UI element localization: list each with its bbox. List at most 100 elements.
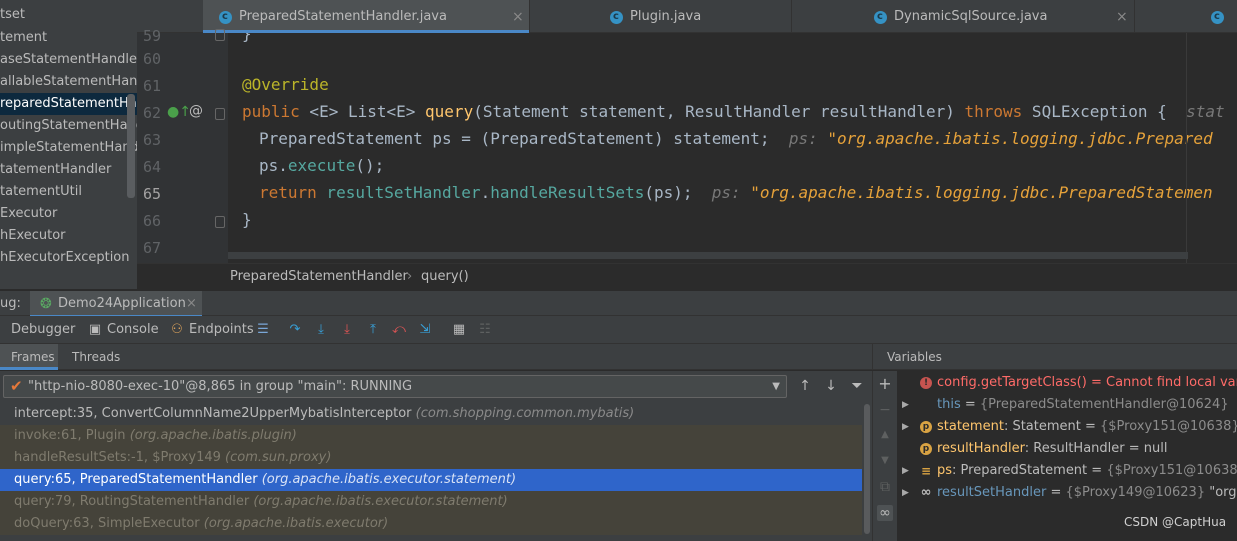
breadcrumb-separator: › (407, 269, 413, 284)
tree-item[interactable]: reparedStatementHand (0, 93, 137, 115)
param-icon: p (920, 421, 932, 433)
horizontal-scrollbar[interactable] (228, 252, 1188, 259)
error-icon: ! (920, 377, 932, 389)
frame-row[interactable]: intercept:35, ConvertColumnName2UpperMyb… (0, 403, 862, 425)
line-number: 67 (142, 239, 161, 257)
line-number: 59 (142, 27, 161, 45)
tab-frames[interactable]: Frames (0, 344, 58, 370)
filter-icon[interactable]: ⏷ (847, 376, 867, 396)
code-line-66: } (242, 210, 252, 229)
expand-arrow-icon[interactable]: ▶ (902, 460, 909, 482)
tree-item[interactable]: tatementUtil (0, 181, 82, 203)
expand-arrow-icon[interactable]: ▶ (902, 394, 909, 416)
breadcrumb-method[interactable]: query() (421, 264, 469, 290)
editor-tab-bar: PreparedStatementHandler.java × Plugin.j… (137, 0, 1237, 34)
code-line-61: @Override (242, 75, 329, 94)
frame-row[interactable]: handleResultSets:-1, $Proxy149 (com.sun.… (0, 447, 862, 469)
check-icon: ✔ (10, 377, 23, 395)
spring-app-icon: ❂ (40, 296, 52, 312)
drop-frame-icon[interactable]: ⤺ (391, 322, 407, 338)
frame-row[interactable]: doQuery:63, SimpleExecutor (org.apache.i… (0, 513, 862, 535)
frames-list: intercept:35, ConvertColumnName2UpperMyb… (0, 402, 862, 541)
debug-title-bar: ug: ❂ Demo24Application × (0, 290, 1237, 318)
tab-plugin[interactable]: Plugin.java (530, 0, 792, 34)
variables-title: Variables (887, 350, 942, 364)
fold-marker-icon[interactable] (215, 108, 225, 120)
close-icon[interactable]: × (512, 0, 524, 34)
breadcrumb: PreparedStatementHandler › query() (137, 263, 1237, 289)
move-up-icon[interactable]: ▲ (877, 427, 893, 443)
debug-title-prefix: ug: (0, 296, 21, 311)
tree-item[interactable]: outingStatementHand (0, 115, 137, 137)
right-margin-guide (1186, 33, 1187, 263)
step-over-icon[interactable]: ↷ (287, 322, 303, 338)
code-line-62: public <E> List<E> query(Statement state… (242, 102, 1225, 121)
breadcrumb-class[interactable]: PreparedStatementHandler (230, 264, 408, 290)
code-line-64: ps.execute(); (259, 156, 385, 175)
tree-item[interactable]: impleStatementHandler (0, 137, 137, 159)
line-number: 63 (142, 131, 161, 149)
trace-icon[interactable]: ☷ (477, 322, 493, 338)
move-down-icon[interactable]: ▼ (877, 453, 893, 469)
line-number-current: 65 (142, 185, 161, 203)
fold-marker-icon[interactable] (215, 29, 225, 41)
evaluate-expression-icon[interactable]: ▦ (451, 322, 467, 338)
tree-item[interactable]: hExecutor (0, 225, 66, 247)
thread-selector-value: "http-nio-8080-exec-10"@8,865 in group "… (28, 379, 413, 394)
tree-item[interactable]: tement (0, 27, 47, 49)
tree-item[interactable]: Executor (0, 203, 57, 225)
tab-prepared-statement-handler[interactable]: PreparedStatementHandler.java × (203, 0, 530, 34)
tab-dynamic-sql-source[interactable]: DynamicSqlSource.java × (792, 0, 1135, 34)
watches-toggle-icon[interactable]: ∞ (877, 505, 893, 521)
thread-selector-row: ✔ "http-nio-8080-exec-10"@8,865 in group… (0, 371, 872, 402)
add-watch-icon[interactable]: + (877, 376, 893, 392)
close-icon[interactable]: × (186, 291, 197, 317)
tab-overflow[interactable] (1135, 0, 1237, 34)
tab-endpoints[interactable]: Endpoints (189, 316, 254, 344)
copy-icon[interactable]: ⧉ (877, 479, 893, 495)
menu-lines-icon[interactable]: ☰ (255, 322, 271, 338)
frame-row[interactable]: query:79, RoutingStatementHandler (org.a… (0, 491, 862, 513)
tab-threads[interactable]: Threads (58, 344, 128, 370)
expand-arrow-icon[interactable]: ▶ (902, 416, 909, 438)
class-icon (219, 0, 232, 34)
arrow-up-icon[interactable]: ↑ (795, 376, 815, 396)
variables-toolbar: + − ▲ ▼ ⧉ ∞ (872, 371, 897, 541)
step-out-icon[interactable]: ⤒ (365, 322, 381, 338)
fold-marker-icon[interactable] (215, 216, 225, 228)
class-icon (610, 0, 623, 34)
chevron-down-icon: ▼ (772, 381, 780, 392)
arrow-down-icon[interactable]: ↓ (821, 376, 841, 396)
tree-item[interactable]: allableStatementHandl (0, 71, 137, 93)
line-number: 66 (142, 212, 161, 230)
override-method-icon[interactable]: ●↑ (167, 104, 191, 120)
watermark: CSDN @CaptHua (1124, 515, 1227, 529)
thread-selector[interactable]: ✔ "http-nio-8080-exec-10"@8,865 in group… (3, 375, 787, 398)
annotation-icon: @ (189, 103, 203, 119)
list-icon: ≡ (920, 464, 932, 478)
class-icon (1211, 0, 1224, 34)
code-line-59: } (242, 33, 252, 43)
tree-item[interactable]: hExecutorException (0, 247, 130, 269)
frame-row-selected[interactable]: query:65, PreparedStatementHandler (org.… (0, 469, 862, 491)
force-step-into-icon[interactable]: ⤓ (339, 322, 355, 338)
project-tree: tset tement aseStatementHandler allableS… (0, 0, 137, 289)
code-editor[interactable]: } @Override public <E> List<E> query(Sta… (228, 33, 1237, 263)
tree-scrollbar[interactable] (127, 94, 135, 198)
step-into-icon[interactable]: ⤓ (313, 322, 329, 338)
code-line-63: PreparedStatement ps = (PreparedStatemen… (259, 129, 1213, 148)
tree-item[interactable]: aseStatementHandler (0, 49, 137, 71)
debug-session-label[interactable]: Demo24Application (58, 291, 186, 317)
remove-watch-icon[interactable]: − (877, 402, 893, 418)
tree-item[interactable]: tatementHandler (0, 159, 111, 181)
run-to-cursor-icon[interactable]: ⇲ (417, 322, 433, 338)
frame-row[interactable]: invoke:61, Plugin (org.apache.ibatis.plu… (0, 425, 862, 447)
editor-gutter: 59 60 61 62 63 64 65 66 67 ●↑ @ (137, 27, 228, 263)
close-icon[interactable]: × (1116, 0, 1128, 34)
tree-item[interactable]: tset (0, 4, 25, 26)
tab-console[interactable]: Console (107, 316, 159, 344)
expand-arrow-icon[interactable]: ▶ (902, 482, 909, 504)
tab-label: Plugin.java (630, 9, 702, 24)
frames-scrollbar[interactable] (862, 402, 872, 541)
debug-toolbar: Debugger ▣ Console ⚇ Endpoints ☰ ↷ ⤓ ⤓ ⤒… (0, 316, 1237, 344)
